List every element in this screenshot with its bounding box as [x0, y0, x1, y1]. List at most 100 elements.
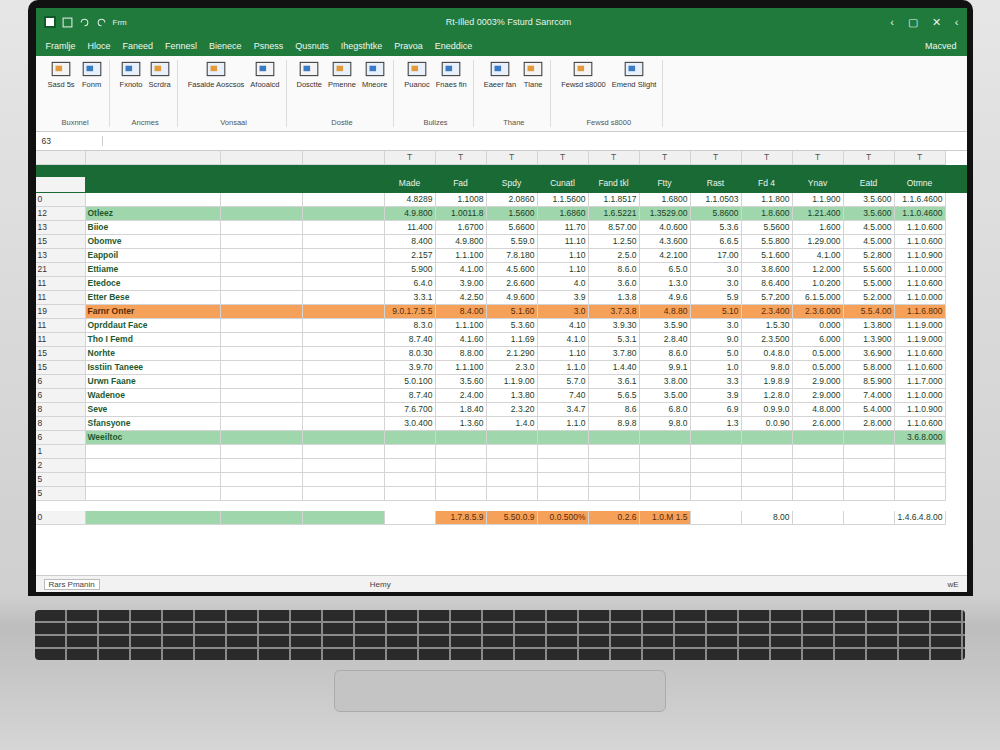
table-cell[interactable] [742, 473, 793, 487]
table-cell[interactable]: 8.0.30 [385, 347, 436, 361]
table-cell[interactable]: 2.3.6.000 [793, 305, 844, 319]
ribbon-tab[interactable]: Hloce [88, 41, 111, 51]
table-cell[interactable]: 5.6.5 [589, 389, 640, 403]
table-row[interactable]: 11 Etter Bese 3.3.14.2.504.9.6003.91.3.8… [36, 291, 967, 305]
table-cell[interactable] [538, 459, 589, 473]
table-cell[interactable]: 3.5.600 [844, 193, 895, 207]
table-cell[interactable]: 5.2.800 [844, 249, 895, 263]
column-letter[interactable]: T [538, 151, 589, 165]
summary-cell[interactable] [691, 511, 742, 525]
table-cell[interactable]: 3.0 [691, 319, 742, 333]
table-cell[interactable] [487, 487, 538, 501]
column-header[interactable]: Spdy [487, 177, 538, 193]
save-icon[interactable] [62, 17, 73, 28]
summary-cell[interactable]: 0.0.500% [538, 511, 589, 525]
table-row[interactable]: 15 Isstiin Taneee 3.9.701.1.1002.3.01.1.… [36, 361, 967, 375]
table-cell[interactable] [589, 487, 640, 501]
table-row[interactable]: 1 [36, 445, 967, 459]
summary-cell[interactable] [793, 511, 844, 525]
table-cell[interactable]: 1.1.0.600 [895, 417, 946, 431]
table-cell[interactable]: 5.10 [691, 305, 742, 319]
table-cell[interactable]: 8.57.00 [589, 221, 640, 235]
table-cell[interactable]: 7.8.180 [487, 249, 538, 263]
ribbon-tab[interactable]: Faneed [123, 41, 154, 51]
table-cell[interactable]: 5.8600 [691, 207, 742, 221]
ribbon-tab[interactable]: Qusnuts [295, 41, 329, 51]
table-cell[interactable]: 8.7.40 [385, 333, 436, 347]
table-cell[interactable] [538, 445, 589, 459]
table-cell[interactable]: 3.5.00 [640, 389, 691, 403]
summary-cell[interactable] [385, 511, 436, 525]
table-cell[interactable]: 3.5.600 [844, 207, 895, 221]
column-header[interactable]: Made [385, 177, 436, 193]
redo-icon[interactable] [96, 17, 107, 28]
table-cell[interactable]: 1.1.0.600 [895, 277, 946, 291]
table-cell[interactable] [487, 459, 538, 473]
table-cell[interactable]: 3.9.70 [385, 361, 436, 375]
table-row[interactable]: 5 [36, 487, 967, 501]
table-cell[interactable]: 1.600 [793, 221, 844, 235]
summary-cell[interactable] [844, 511, 895, 525]
column-letter[interactable]: T [640, 151, 691, 165]
table-cell[interactable]: 1.1.9.00 [487, 375, 538, 389]
table-cell[interactable]: 8.400 [385, 235, 436, 249]
window-control-button[interactable]: ✕ [932, 16, 941, 29]
table-cell[interactable]: 2.5.0 [589, 249, 640, 263]
table-cell[interactable]: 9.0 [691, 333, 742, 347]
ribbon-button[interactable]: Emend Slight [612, 60, 657, 118]
table-row[interactable]: 11 Tho I Femd 8.7.404.1.601.1.694.1.05.3… [36, 333, 967, 347]
table-row[interactable]: 8 Seve 7.6.7001.8.402.3.203.4.78.66.8.06… [36, 403, 967, 417]
table-row[interactable]: 15 Obomve 8.4004.9.8005.59.011.101.2.504… [36, 235, 967, 249]
table-cell[interactable] [640, 487, 691, 501]
table-cell[interactable] [436, 473, 487, 487]
table-cell[interactable]: 9.0.1.7.5.5 [385, 305, 436, 319]
table-cell[interactable]: 2.9.000 [793, 375, 844, 389]
summary-cell[interactable]: 8.00 [742, 511, 793, 525]
table-cell[interactable]: 5.5.4.00 [844, 305, 895, 319]
table-cell[interactable]: 0.0.90 [742, 417, 793, 431]
account-name[interactable]: Macved [925, 41, 957, 51]
summary-cell[interactable]: 5.50.0.9 [487, 511, 538, 525]
table-cell[interactable] [844, 459, 895, 473]
table-cell[interactable]: 2.6.600 [487, 277, 538, 291]
table-cell[interactable] [844, 473, 895, 487]
column-letter[interactable]: T [742, 151, 793, 165]
table-row[interactable]: 0 4.82891.10082.08601.1.56001.1.85171.68… [36, 193, 967, 207]
table-cell[interactable]: 3.3 [691, 375, 742, 389]
column-header[interactable]: Ynav [793, 177, 844, 193]
table-cell[interactable] [640, 459, 691, 473]
ribbon-button[interactable]: Pmenne [328, 60, 356, 118]
table-cell[interactable]: 2.1.290 [487, 347, 538, 361]
table-cell[interactable]: 1.1.6.4600 [895, 193, 946, 207]
table-cell[interactable]: 1.10 [538, 347, 589, 361]
table-cell[interactable]: 1.3.0 [640, 277, 691, 291]
table-cell[interactable]: 1.1.7.000 [895, 375, 946, 389]
table-cell[interactable]: 1.6800 [640, 193, 691, 207]
table-cell[interactable] [793, 487, 844, 501]
table-cell[interactable]: 1.3.900 [844, 333, 895, 347]
table-cell[interactable]: 4.8289 [385, 193, 436, 207]
table-row[interactable]: 19 Farnr Onter 9.0.1.7.5.58.4.005.1.603.… [36, 305, 967, 319]
table-cell[interactable]: 1.1.100 [436, 361, 487, 375]
table-cell[interactable]: 3.0.400 [385, 417, 436, 431]
table-cell[interactable]: 1.6700 [436, 221, 487, 235]
table-cell[interactable]: 17.00 [691, 249, 742, 263]
table-cell[interactable] [844, 445, 895, 459]
table-cell[interactable]: 1.0 [691, 361, 742, 375]
ribbon-tab[interactable]: Framlje [46, 41, 76, 51]
table-cell[interactable] [742, 459, 793, 473]
ribbon-button[interactable]: Eaeer fan [484, 60, 517, 118]
table-cell[interactable]: 1.2.8.0 [742, 389, 793, 403]
table-cell[interactable]: 3.7.3.8 [589, 305, 640, 319]
table-cell[interactable]: 8.4.00 [436, 305, 487, 319]
table-cell[interactable] [895, 473, 946, 487]
table-cell[interactable]: 1.1.0.000 [895, 389, 946, 403]
table-cell[interactable]: 4.10 [538, 319, 589, 333]
zoom-control[interactable]: wE [947, 580, 958, 589]
table-cell[interactable] [793, 459, 844, 473]
column-letter[interactable]: T [487, 151, 538, 165]
table-cell[interactable]: 4.0 [538, 277, 589, 291]
table-cell[interactable] [640, 431, 691, 445]
table-cell[interactable]: 5.2.000 [844, 291, 895, 305]
table-cell[interactable]: 2.8.40 [640, 333, 691, 347]
